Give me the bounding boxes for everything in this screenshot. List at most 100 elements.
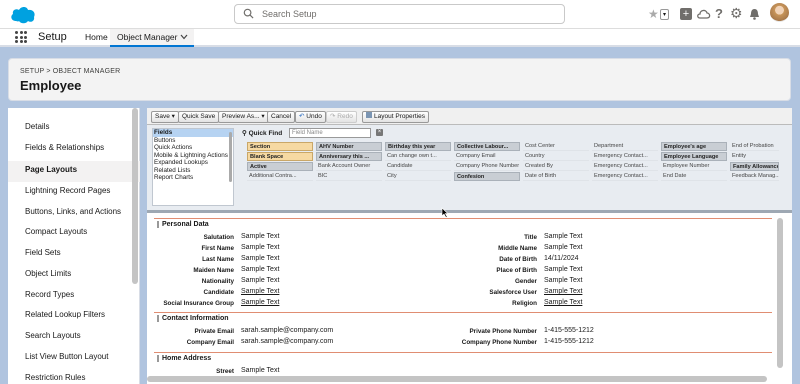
palette-field[interactable]: Blank Space	[247, 152, 313, 161]
sidebar-item-record-types[interactable]: Record Types	[25, 290, 74, 299]
tab-home[interactable]: Home	[85, 32, 108, 42]
field-value[interactable]: Sample Text	[241, 266, 279, 273]
field-value[interactable]: Sample Text	[544, 266, 582, 273]
layout-vertical-scrollbar[interactable]	[777, 218, 783, 368]
palette-field[interactable]: Anniversary this ...	[316, 152, 382, 161]
palette-field[interactable]: Employee's age	[661, 142, 727, 151]
global-actions-add-icon[interactable]: +	[680, 8, 692, 20]
palette-field[interactable]: Company Phone Number	[454, 162, 520, 171]
palette-field[interactable]: Collective Labour...	[454, 142, 520, 151]
palette-field[interactable]: Can change own t...	[385, 152, 451, 161]
palette-field[interactable]: Emergency Contact...	[592, 152, 658, 161]
palette-field[interactable]: Family Allowance	[730, 162, 779, 171]
palette-field[interactable]: Birthday this year	[385, 142, 451, 151]
field-value[interactable]: 1-415-555-1212	[544, 327, 594, 334]
field-value[interactable]: Sample Text	[241, 299, 279, 306]
chevron-down-icon[interactable]	[180, 34, 188, 40]
palette-category[interactable]: Buttons	[153, 137, 233, 145]
palette-field[interactable]: Created By	[523, 162, 589, 171]
palette-field[interactable]: Department	[592, 142, 658, 151]
quick-save-button[interactable]: Quick Save	[178, 111, 220, 123]
palette-field[interactable]: Additional Contra...	[247, 172, 313, 181]
layout-horizontal-scrollbar[interactable]	[147, 376, 767, 382]
sidebar-item-fields-relationships[interactable]: Fields & Relationships	[25, 143, 104, 152]
sidebar-item-field-sets[interactable]: Field Sets	[25, 248, 61, 257]
palette-category[interactable]: Quick Actions	[153, 144, 233, 152]
sidebar-item-compact-layouts[interactable]: Compact Layouts	[25, 227, 87, 236]
sidebar-item-lightning-record-pages[interactable]: Lightning Record Pages	[25, 186, 110, 195]
palette-field[interactable]: Emergency Contact...	[592, 162, 658, 171]
field-value[interactable]: Sample Text	[544, 288, 582, 295]
palette-field[interactable]: Employee Language	[661, 152, 727, 161]
favorites-menu-button[interactable]: ▾	[660, 9, 669, 20]
field-value[interactable]: Sample Text	[241, 367, 279, 374]
salesforce-logo[interactable]	[10, 5, 36, 24]
palette-field[interactable]: Date of Birth	[523, 172, 589, 181]
field-value[interactable]: Sample Text	[241, 244, 279, 251]
palette-field[interactable]: Active	[247, 162, 313, 171]
field-value[interactable]: Sample Text	[241, 233, 279, 240]
palette-category[interactable]: Fields	[153, 129, 233, 137]
field-value[interactable]: Sample Text	[241, 277, 279, 284]
palette-category[interactable]: Expanded Lookups	[153, 159, 233, 167]
section-header[interactable]: Home Address	[157, 355, 211, 362]
quick-find-input[interactable]: Field Name	[289, 128, 371, 138]
app-launcher-icon[interactable]	[15, 31, 27, 43]
palette-category[interactable]: Related Lists	[153, 167, 233, 175]
palette-field[interactable]: Bank Account Owner	[316, 162, 382, 171]
preview-as-button[interactable]: Preview As... ▾	[218, 111, 269, 123]
layout-properties-button[interactable]: Layout Properties	[362, 111, 429, 123]
redo-button[interactable]: ↷ Redo	[326, 111, 357, 123]
palette-field[interactable]: Cost Center	[523, 142, 589, 151]
palette-field[interactable]: Entity	[730, 152, 779, 161]
palette-category[interactable]: Mobile & Lightning Actions	[153, 152, 233, 160]
palette-field[interactable]: Section	[247, 142, 313, 151]
field-value[interactable]: 14/11/2024	[544, 255, 579, 262]
field-value[interactable]: sarah.sample@company.com	[241, 338, 333, 345]
palette-field[interactable]: Emergency Contact...	[592, 172, 658, 181]
field-value[interactable]: Sample Text	[241, 288, 279, 295]
setup-search-input[interactable]: Search Setup	[234, 4, 565, 24]
sidebar-item-object-limits[interactable]: Object Limits	[25, 269, 71, 278]
field-value[interactable]: Sample Text	[544, 299, 582, 306]
palette-field[interactable]: Employee Number	[661, 162, 727, 171]
palette-field[interactable]: Company Email	[454, 152, 520, 161]
field-value[interactable]: Sample Text	[544, 277, 582, 284]
palette-field[interactable]: End of Probation	[730, 142, 779, 151]
section-header[interactable]: Personal Data	[157, 221, 209, 228]
palette-field[interactable]: BIC	[316, 172, 382, 181]
notifications-bell-icon[interactable]	[749, 8, 760, 20]
clear-quick-find-icon[interactable]: ×	[376, 129, 383, 136]
breadcrumb[interactable]: SETUP > OBJECT MANAGER	[20, 68, 120, 75]
undo-button[interactable]: ↶ Undo	[295, 111, 326, 123]
save-menu-button[interactable]: Save ▾	[151, 111, 179, 123]
field-value[interactable]: Sample Text	[544, 233, 582, 240]
sidebar-item-details[interactable]: Details	[25, 122, 49, 131]
sidebar-item-search-layouts[interactable]: Search Layouts	[25, 331, 81, 340]
palette-field[interactable]: Candidate	[385, 162, 451, 171]
palette-field[interactable]: Feedback Manag...	[730, 172, 779, 181]
field-value[interactable]: Sample Text	[544, 244, 582, 251]
palette-field[interactable]: AHV Number	[316, 142, 382, 151]
field-value[interactable]: Sample Text	[241, 255, 279, 262]
palette-categories-scrollbar[interactable]	[229, 132, 232, 182]
setup-gear-icon[interactable]: ⚙	[730, 5, 743, 22]
sidebar-item-related-lookup-filters[interactable]: Related Lookup Filters	[25, 310, 105, 319]
palette-field[interactable]: City	[385, 172, 451, 181]
sidebar-item-restriction-rules[interactable]: Restriction Rules	[25, 373, 85, 382]
sidebar-item-list-view-button-layout[interactable]: List View Button Layout	[25, 352, 108, 361]
favorites-star-icon[interactable]: ★	[648, 8, 659, 21]
sidebar-item-buttons-links-actions[interactable]: Buttons, Links, and Actions	[25, 207, 121, 216]
palette-field[interactable]: End Date	[661, 172, 727, 181]
sidebar-item-page-layouts[interactable]: Page Layouts	[25, 165, 77, 174]
help-icon[interactable]: ?	[715, 6, 723, 21]
field-value[interactable]: sarah.sample@company.com	[241, 327, 333, 334]
palette-field[interactable]: Confesion	[454, 172, 520, 181]
field-value[interactable]: 1-415-555-1212	[544, 338, 594, 345]
section-header[interactable]: Contact Information	[157, 315, 229, 322]
palette-field[interactable]: Country	[523, 152, 589, 161]
trailhead-icon[interactable]	[697, 8, 711, 20]
user-avatar[interactable]	[770, 3, 789, 22]
cancel-button[interactable]: Cancel	[267, 111, 296, 123]
tab-object-manager[interactable]: Object Manager	[110, 29, 194, 47]
